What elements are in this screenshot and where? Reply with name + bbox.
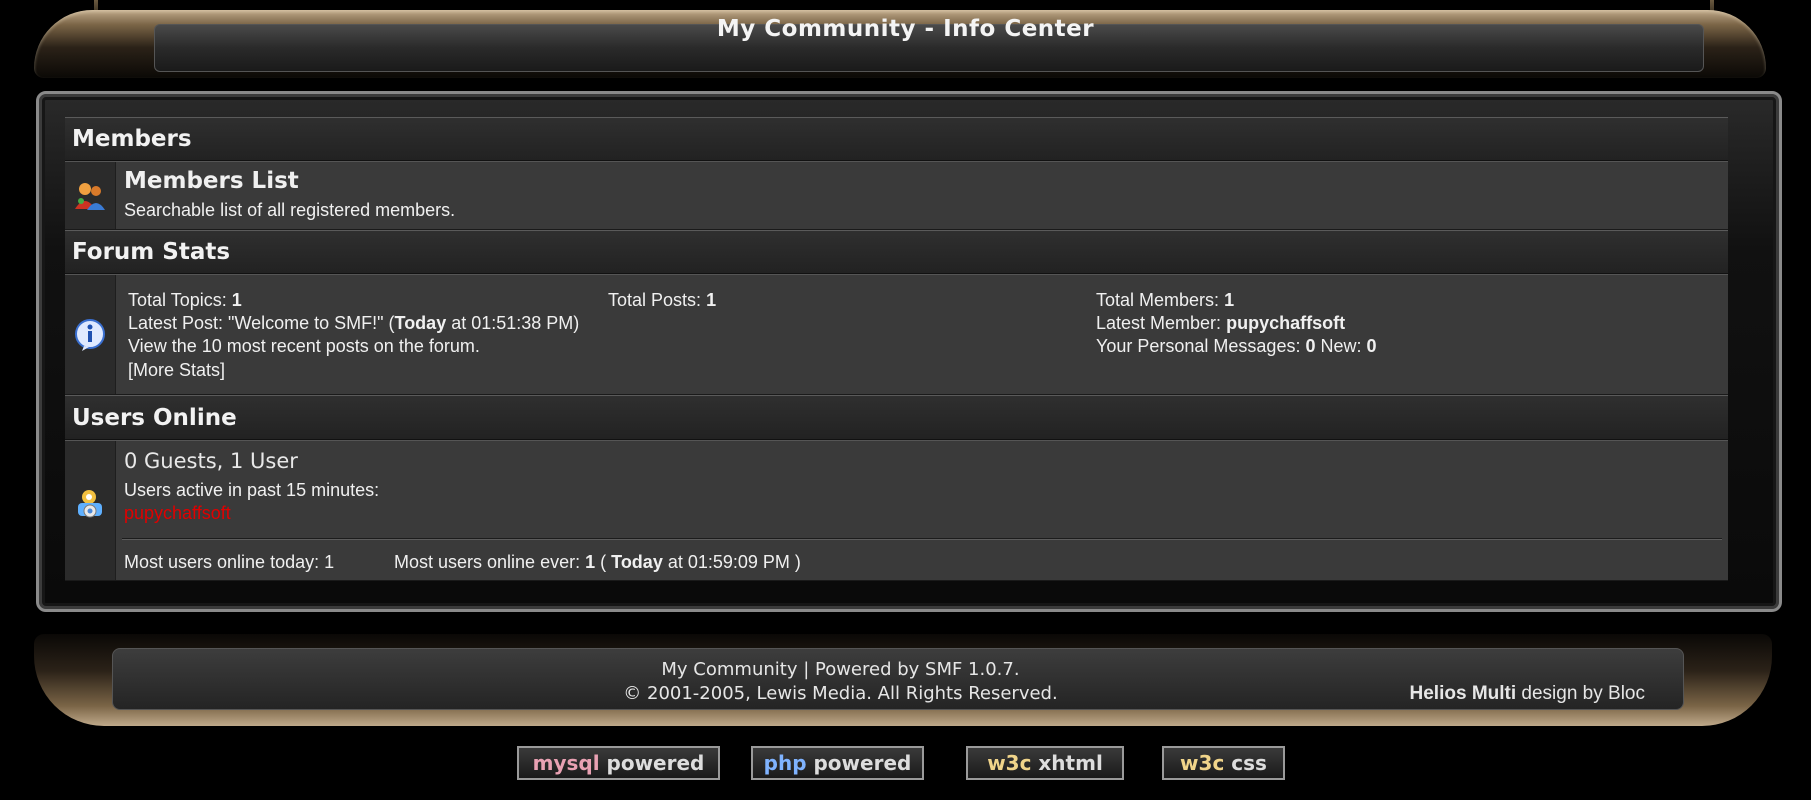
members-heading: Members — [72, 126, 192, 152]
w3c-xhtml-badge[interactable]: w3c xhtml — [966, 746, 1124, 780]
members-icon — [75, 183, 105, 210]
total-posts-label: Total Posts: — [608, 290, 702, 310]
php-badge[interactable]: php powered — [751, 746, 924, 780]
members-row: Members List Searchable list of all regi… — [65, 161, 1728, 230]
most-online-ever-paren: ( — [600, 552, 607, 572]
pm-new-count: 0 — [1366, 336, 1377, 356]
latest-post-today: Today — [394, 313, 447, 333]
page-title: My Community - Info Center — [716, 16, 1095, 42]
online-icon-cell — [65, 441, 116, 580]
total-topics-label: Total Topics: — [128, 290, 227, 310]
w3c-xhtml-badge-brand: w3c — [987, 751, 1032, 775]
online-row: 0 Guests, 1 User Users active in past 15… — [65, 440, 1728, 581]
total-posts-value: 1 — [706, 290, 717, 310]
mysql-badge-brand: mysql — [532, 751, 600, 775]
latest-member-label: Latest Member: — [1096, 313, 1222, 333]
members-header: Members — [65, 117, 1728, 161]
personal-messages: Your Personal Messages: 0 New: 0 — [1096, 336, 1377, 357]
w3c-css-badge-brand: w3c — [1180, 751, 1225, 775]
mysql-badge[interactable]: mysql powered — [517, 746, 720, 780]
pm-new-label: New: — [1320, 336, 1362, 356]
mysql-badge-text: powered — [599, 751, 705, 775]
footer-theme-credit: Helios Multi design by Bloc — [1410, 683, 1645, 705]
latest-member: Latest Member: pupychaffsoft — [1096, 313, 1345, 334]
stats-icon-cell — [65, 275, 116, 394]
latest-post: Latest Post: "Welcome to SMF!" (Today at… — [128, 313, 579, 334]
php-badge-text: powered — [806, 751, 912, 775]
pm-label[interactable]: Your Personal Messages: — [1096, 336, 1300, 356]
recent-posts-link[interactable]: View the 10 most recent posts on the for… — [128, 336, 480, 357]
total-members-label: Total Members: — [1096, 290, 1220, 310]
latest-post-time: at 01:51:38 PM) — [446, 313, 580, 333]
more-stats-link[interactable]: [More Stats] — [128, 360, 225, 381]
members-list-desc: Searchable list of all registered member… — [124, 200, 456, 220]
stats-header: Forum Stats — [65, 230, 1728, 274]
users-online-icon — [78, 490, 102, 518]
online-divider — [122, 538, 1722, 540]
members-list-link[interactable]: Members List — [124, 168, 299, 194]
w3c-css-badge[interactable]: w3c css — [1162, 746, 1285, 780]
footer-frame — [34, 634, 1772, 726]
total-topics-value: 1 — [231, 290, 242, 310]
php-badge-brand: php — [763, 751, 807, 775]
stats-row: Total Topics: 1 Total Posts: 1 Total Mem… — [65, 274, 1728, 395]
total-members-value: 1 — [1224, 290, 1235, 310]
latest-member-link[interactable]: pupychaffsoft — [1226, 313, 1345, 333]
w3c-css-badge-text: css — [1224, 751, 1267, 775]
pm-count: 0 — [1305, 336, 1316, 356]
online-heading: Users Online — [72, 405, 237, 431]
online-summary: 0 Guests, 1 User — [124, 449, 298, 473]
online-header: Users Online — [65, 395, 1728, 440]
total-posts: Total Posts: 1 — [608, 290, 716, 311]
info-icon — [75, 319, 105, 351]
online-user-link[interactable]: pupychaffsoft — [124, 503, 231, 524]
members-icon-cell — [65, 162, 116, 229]
most-online-ever-label: Most users online ever: — [394, 552, 581, 572]
most-online-ever-count: 1 — [585, 552, 596, 572]
total-members: Total Members: 1 — [1096, 290, 1234, 311]
most-online-ever-today: Today — [611, 552, 663, 572]
most-online-ever: Most users online ever: 1 ( Today at 01:… — [394, 552, 801, 573]
latest-post-label[interactable]: Latest Post: "Welcome to SMF!" ( — [128, 313, 395, 333]
most-online-today: Most users online today: 1 — [124, 552, 335, 572]
w3c-xhtml-badge-text: xhtml — [1031, 751, 1103, 775]
footer-powered[interactable]: My Community | Powered by SMF 1.0.7. — [0, 659, 1811, 680]
stats-heading: Forum Stats — [72, 239, 231, 265]
most-online-ever-time: at 01:59:09 PM ) — [662, 552, 801, 572]
theme-name: Helios Multi — [1409, 683, 1517, 704]
total-topics: Total Topics: 1 — [128, 290, 242, 311]
theme-author: design by Bloc — [1516, 683, 1645, 704]
active-users-label: Users active in past 15 minutes: — [124, 480, 380, 500]
